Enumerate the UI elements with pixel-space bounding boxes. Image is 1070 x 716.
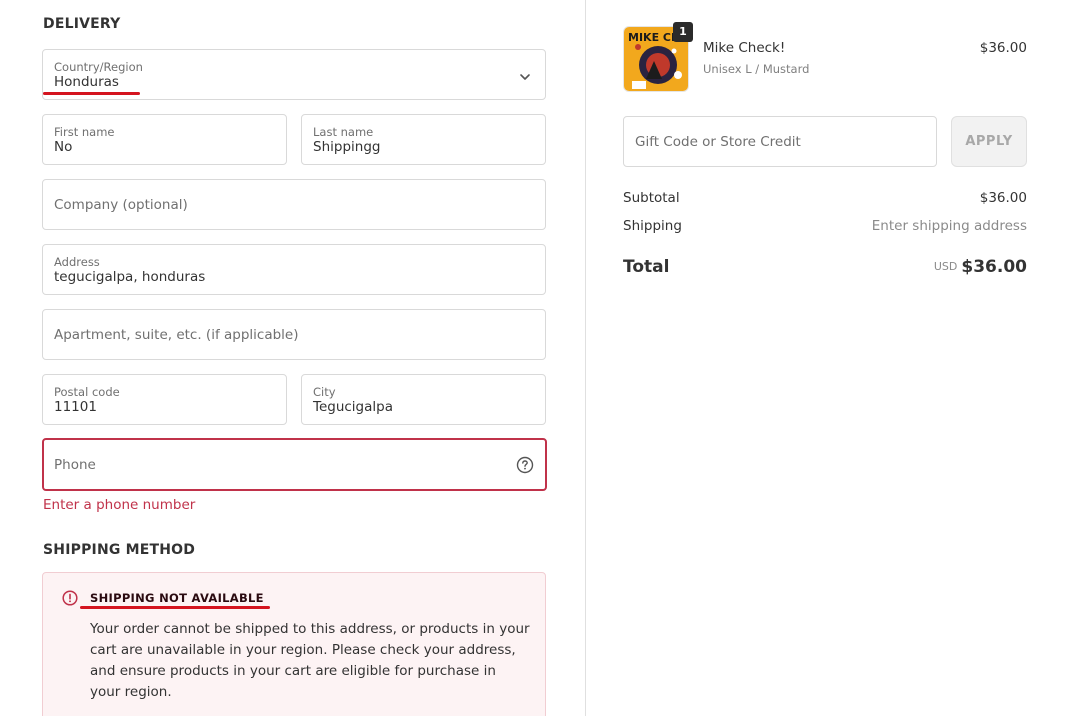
- address-field[interactable]: Address tegucigalpa, honduras: [42, 244, 546, 295]
- gift-code-input[interactable]: Gift Code or Store Credit: [623, 116, 937, 167]
- total-amount: $36.00: [961, 257, 1027, 277]
- postal-code-label: Postal code: [54, 385, 120, 399]
- first-name-field[interactable]: First name No: [42, 114, 287, 165]
- gift-code-placeholder: Gift Code or Store Credit: [635, 133, 801, 150]
- subtotal-label: Subtotal: [623, 190, 680, 206]
- total-value-group: USD $36.00: [934, 257, 1027, 277]
- phone-error-message: Enter a phone number: [43, 497, 196, 513]
- last-name-label: Last name: [313, 125, 374, 139]
- apply-button[interactable]: APPLY: [951, 116, 1027, 167]
- country-value: Honduras: [54, 74, 119, 90]
- address-value: tegucigalpa, honduras: [54, 269, 206, 285]
- first-name-label: First name: [54, 125, 115, 139]
- delivery-heading: DELIVERY: [43, 16, 121, 32]
- company-field[interactable]: Company (optional): [42, 179, 546, 230]
- first-name-value: No: [54, 139, 73, 155]
- address-label: Address: [54, 255, 100, 269]
- shipping-value: Enter shipping address: [871, 218, 1027, 234]
- country-label: Country/Region: [54, 60, 143, 74]
- chevron-down-icon: [519, 68, 531, 80]
- checkout-form-column: DELIVERY Country/Region Honduras First n…: [0, 0, 585, 716]
- last-name-value: Shippingg: [313, 139, 381, 155]
- apartment-placeholder: Apartment, suite, etc. (if applicable): [54, 326, 299, 343]
- product-name: Mike Check!: [703, 40, 786, 56]
- phone-placeholder: Phone: [54, 456, 96, 473]
- shipping-method-heading: SHIPPING METHOD: [43, 542, 196, 558]
- quantity-badge: 1: [673, 22, 693, 42]
- postal-code-field[interactable]: Postal code 11101: [42, 374, 287, 425]
- help-circle-icon[interactable]: [516, 456, 534, 474]
- shipping-unavailable-alert: SHIPPING NOT AVAILABLE Your order cannot…: [42, 572, 546, 716]
- annotation-underline-country: [43, 92, 140, 95]
- alert-circle-icon: [62, 590, 78, 606]
- annotation-underline-alert: [80, 606, 270, 609]
- alert-body: Your order cannot be shipped to this add…: [90, 621, 530, 700]
- product-price: $36.00: [979, 40, 1027, 56]
- postal-code-value: 11101: [54, 399, 97, 415]
- last-name-field[interactable]: Last name Shippingg: [301, 114, 546, 165]
- company-placeholder: Company (optional): [54, 196, 188, 213]
- order-summary-column: [585, 0, 1070, 716]
- alert-title: SHIPPING NOT AVAILABLE: [90, 591, 264, 605]
- phone-field[interactable]: Phone: [42, 438, 547, 491]
- shipping-label: Shipping: [623, 218, 682, 234]
- total-label: Total: [623, 257, 670, 277]
- product-variant: Unisex L / Mustard: [703, 62, 810, 76]
- subtotal-value: $36.00: [979, 190, 1027, 206]
- city-field[interactable]: City Tegucigalpa: [301, 374, 546, 425]
- city-label: City: [313, 385, 336, 399]
- total-currency: USD: [933, 260, 958, 273]
- apartment-field[interactable]: Apartment, suite, etc. (if applicable): [42, 309, 546, 360]
- city-value: Tegucigalpa: [313, 399, 393, 415]
